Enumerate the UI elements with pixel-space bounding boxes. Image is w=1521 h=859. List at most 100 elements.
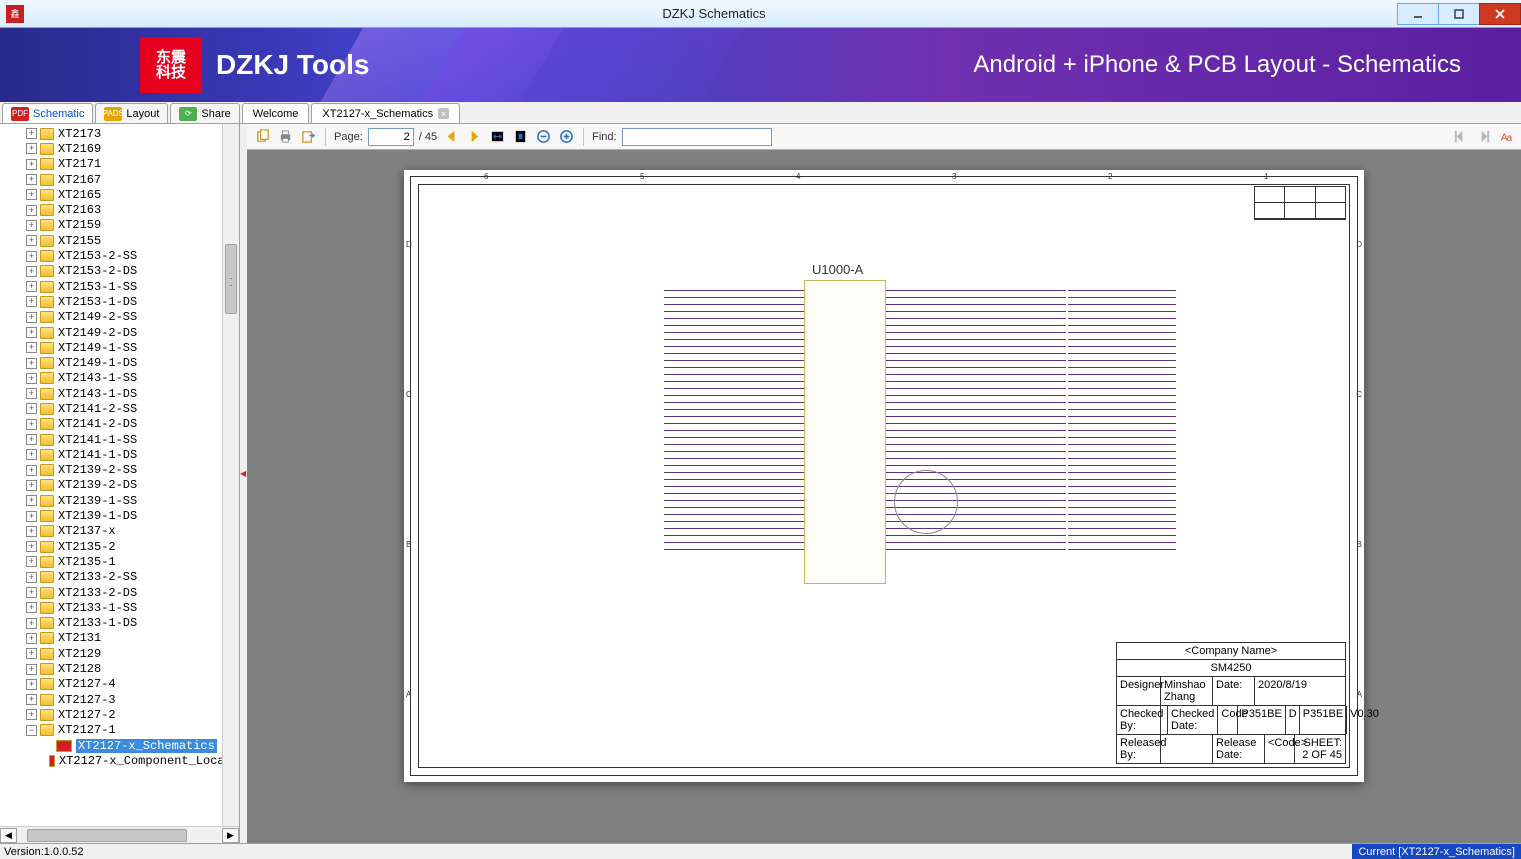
expand-icon[interactable]: +	[26, 526, 37, 537]
tree-item[interactable]: +XT2129	[2, 646, 239, 661]
tree-item[interactable]: +XT2139-1-SS	[2, 493, 239, 508]
tree-item[interactable]: +XT2167	[2, 172, 239, 187]
fit-width-icon[interactable]	[488, 128, 506, 146]
tree-item[interactable]: +XT2159	[2, 218, 239, 233]
tab-schematic[interactable]: PDF Schematic	[2, 103, 93, 123]
tree-child-item[interactable]: XT2127-x_Component_Locati	[2, 753, 239, 768]
expand-icon[interactable]: +	[26, 174, 37, 185]
tree-item[interactable]: +XT2149-1-SS	[2, 340, 239, 355]
doc-tab-active[interactable]: XT2127-x_Schematics ×	[311, 103, 460, 123]
page-input[interactable]	[368, 128, 414, 146]
scroll-right-button[interactable]: ▶	[222, 828, 239, 843]
expand-icon[interactable]: +	[26, 587, 37, 598]
tree-item[interactable]: +XT2127-4	[2, 677, 239, 692]
zoom-out-button[interactable]	[534, 128, 552, 146]
close-button[interactable]	[1479, 3, 1521, 25]
expand-icon[interactable]: +	[26, 556, 37, 567]
expand-icon[interactable]: +	[26, 403, 37, 414]
tree-item[interactable]: +XT2137-x	[2, 524, 239, 539]
tree-item[interactable]: +XT2135-2	[2, 539, 239, 554]
text-style-icon[interactable]: Aa	[1497, 128, 1515, 146]
fit-page-icon[interactable]	[511, 128, 529, 146]
splitter[interactable]	[240, 124, 247, 843]
expand-icon[interactable]: +	[26, 648, 37, 659]
tree-item[interactable]: +XT2127-3	[2, 692, 239, 707]
find-next-button[interactable]	[1474, 128, 1492, 146]
next-page-button[interactable]	[465, 128, 483, 146]
expand-icon[interactable]: +	[26, 633, 37, 644]
tree-item[interactable]: +XT2153-2-DS	[2, 264, 239, 279]
tree-item[interactable]: +XT2153-1-SS	[2, 279, 239, 294]
tree-item[interactable]: +XT2135-1	[2, 554, 239, 569]
tree-item[interactable]: −XT2127-1	[2, 723, 239, 738]
close-tab-icon[interactable]: ×	[438, 108, 449, 119]
expand-icon[interactable]: +	[26, 296, 37, 307]
tree-item[interactable]: +XT2133-1-SS	[2, 600, 239, 615]
tree-item[interactable]: +XT2139-2-DS	[2, 478, 239, 493]
expand-icon[interactable]: +	[26, 143, 37, 154]
expand-icon[interactable]: +	[26, 572, 37, 583]
tree-item[interactable]: +XT2127-2	[2, 707, 239, 722]
expand-icon[interactable]: +	[26, 709, 37, 720]
tree-item[interactable]: +XT2153-1-DS	[2, 294, 239, 309]
copy-icon[interactable]	[253, 128, 271, 146]
canvas[interactable]: 654321 DDCCBBAA U1000-A <Company Name> S…	[247, 150, 1521, 843]
tree-item[interactable]: +XT2139-1-DS	[2, 508, 239, 523]
maximize-button[interactable]	[1438, 3, 1480, 25]
expand-icon[interactable]: +	[26, 373, 37, 384]
expand-icon[interactable]: +	[26, 465, 37, 476]
tree-item[interactable]: +XT2149-2-SS	[2, 310, 239, 325]
expand-icon[interactable]: +	[26, 312, 37, 323]
expand-icon[interactable]: +	[26, 679, 37, 690]
zoom-in-button[interactable]	[557, 128, 575, 146]
tree-item[interactable]: +XT2131	[2, 631, 239, 646]
collapse-icon[interactable]: −	[26, 725, 37, 736]
tree-child-item[interactable]: XT2127-x_Schematics	[2, 738, 239, 753]
tree-item[interactable]: +XT2169	[2, 141, 239, 156]
expand-icon[interactable]: +	[26, 388, 37, 399]
tree-item[interactable]: +XT2141-1-DS	[2, 447, 239, 462]
expand-icon[interactable]: +	[26, 434, 37, 445]
tree-item[interactable]: +XT2139-2-SS	[2, 463, 239, 478]
find-input[interactable]	[622, 128, 772, 146]
expand-icon[interactable]: +	[26, 449, 37, 460]
print-icon[interactable]	[276, 128, 294, 146]
expand-icon[interactable]: +	[26, 419, 37, 430]
expand-icon[interactable]: +	[26, 511, 37, 522]
expand-icon[interactable]: +	[26, 541, 37, 552]
tree-item[interactable]: +XT2143-1-SS	[2, 371, 239, 386]
tab-share[interactable]: ⟳ Share	[170, 103, 239, 123]
minimize-button[interactable]	[1397, 3, 1439, 25]
export-icon[interactable]	[299, 128, 317, 146]
tab-layout[interactable]: PADS Layout	[95, 103, 168, 123]
tree-item[interactable]: +XT2141-2-SS	[2, 401, 239, 416]
expand-icon[interactable]: +	[26, 189, 37, 200]
tree-item[interactable]: +XT2128	[2, 661, 239, 676]
expand-icon[interactable]: +	[26, 128, 37, 139]
tree-item[interactable]: +XT2141-1-SS	[2, 432, 239, 447]
expand-icon[interactable]: +	[26, 480, 37, 491]
find-prev-button[interactable]	[1451, 128, 1469, 146]
expand-icon[interactable]: +	[26, 694, 37, 705]
doc-tab-welcome[interactable]: Welcome	[242, 103, 310, 123]
hscroll-thumb[interactable]	[27, 829, 187, 842]
tree-item[interactable]: +XT2155	[2, 233, 239, 248]
expand-icon[interactable]: +	[26, 602, 37, 613]
tree-item[interactable]: +XT2171	[2, 157, 239, 172]
tree-item[interactable]: +XT2153-2-SS	[2, 248, 239, 263]
scroll-left-button[interactable]: ◀	[0, 828, 17, 843]
tree-item[interactable]: +XT2149-2-DS	[2, 325, 239, 340]
expand-icon[interactable]: +	[26, 205, 37, 216]
tree-item[interactable]: +XT2133-1-DS	[2, 616, 239, 631]
tree-item[interactable]: +XT2141-2-DS	[2, 417, 239, 432]
expand-icon[interactable]: +	[26, 342, 37, 353]
tree-item[interactable]: +XT2173	[2, 126, 239, 141]
sidebar-vscrollbar[interactable]	[222, 124, 239, 826]
expand-icon[interactable]: +	[26, 495, 37, 506]
tree-item[interactable]: +XT2165	[2, 187, 239, 202]
tree-item[interactable]: +XT2149-1-DS	[2, 355, 239, 370]
expand-icon[interactable]: +	[26, 251, 37, 262]
tree-item[interactable]: +XT2133-2-DS	[2, 585, 239, 600]
tree-item[interactable]: +XT2143-1-DS	[2, 386, 239, 401]
expand-icon[interactable]: +	[26, 159, 37, 170]
